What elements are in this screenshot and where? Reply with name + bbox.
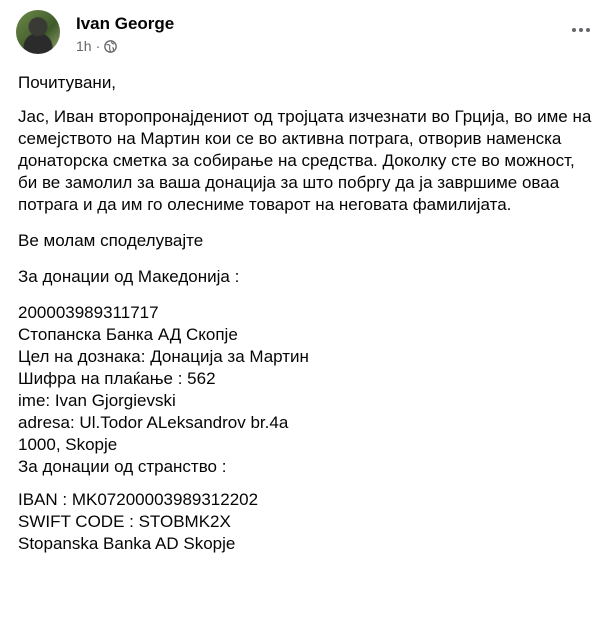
- intl-donation-details: IBAN : MK07200003989312202 SWIFT CODE : …: [18, 489, 598, 555]
- intl-donations-heading: За донации од странство :: [18, 457, 227, 476]
- swift-line: SWIFT CODE : STOBMK2X: [18, 512, 231, 531]
- payment-code: Шифра на плаќање : 562: [18, 369, 216, 388]
- globe-icon[interactable]: [104, 39, 118, 53]
- post-header: Ivan George 1h ·: [16, 10, 596, 60]
- account-number: 200003989311717: [18, 303, 159, 322]
- post-meta: 1h ·: [76, 37, 118, 55]
- mk-donations-heading: За донации од Македонија :: [18, 267, 240, 286]
- post-content: Почитувани, Јас, Иван второпронајдениот …: [18, 72, 598, 555]
- iban-line: IBAN : MK07200003989312202: [18, 490, 259, 509]
- bank-name: Стопанска Банка АД Скопје: [18, 325, 238, 344]
- post-paragraph: Јас, Иван второпронајдениот од тројцата …: [18, 107, 592, 214]
- post-greeting: Почитувани,: [18, 73, 117, 92]
- author-name[interactable]: Ivan George: [76, 13, 174, 35]
- recipient-address: adresa: Ul.Todor ALeksandrov br.4a: [18, 413, 289, 432]
- mk-donation-details: 200003989311717 Стопанска Банка АД Скопј…: [18, 302, 598, 478]
- author-avatar[interactable]: [16, 10, 60, 54]
- transfer-purpose: Цел на дознака: Донација за Мартин: [18, 347, 309, 366]
- more-options-icon[interactable]: [566, 18, 596, 42]
- intl-bank-name: Stopanska Banka AD Skopje: [18, 534, 236, 553]
- meta-separator: ·: [95, 38, 101, 54]
- recipient-city: 1000, Skopje: [18, 435, 118, 454]
- share-request: Ве молам споделувајте: [18, 231, 204, 250]
- post-time[interactable]: 1h: [76, 37, 92, 55]
- recipient-name: ime: Ivan Gjorgievski: [18, 391, 176, 410]
